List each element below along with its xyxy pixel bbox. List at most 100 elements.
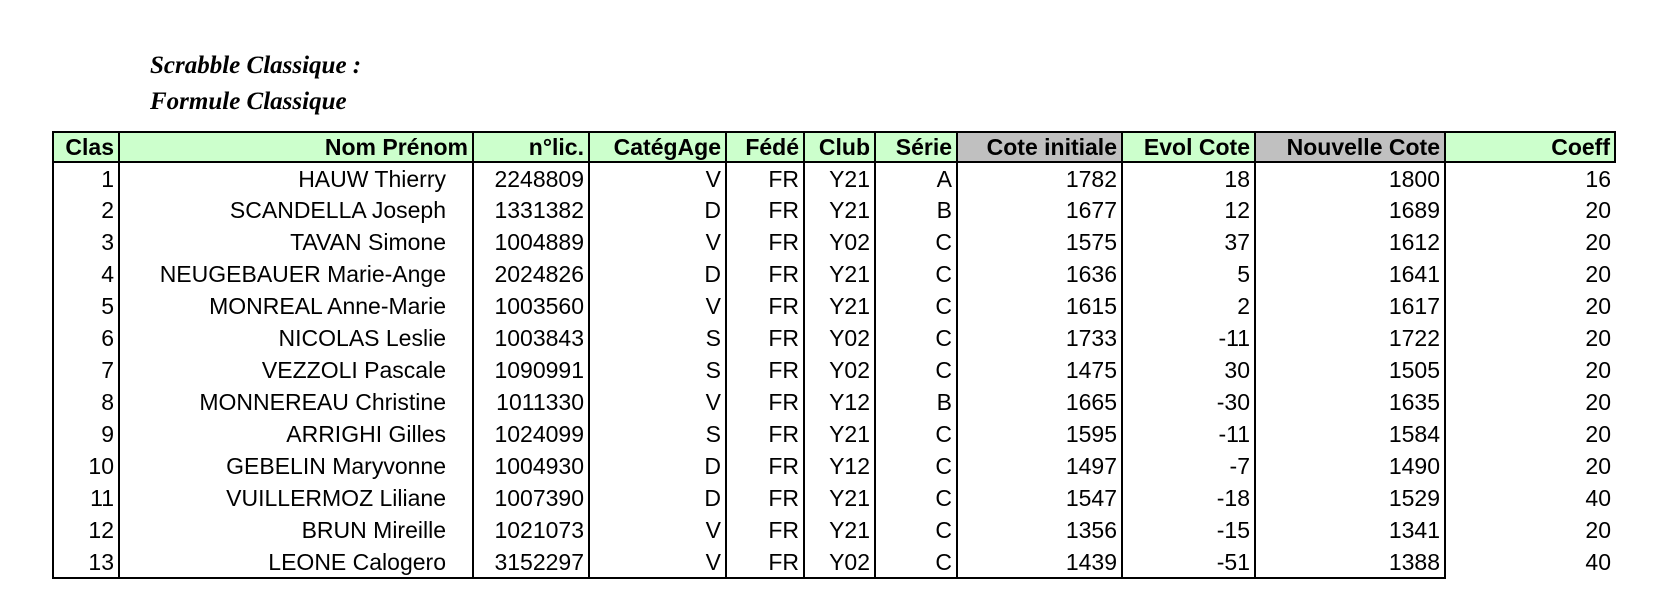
cell-club: Y02 [803,354,876,386]
cell-new-rating: 1689 [1254,194,1446,226]
cell-federation: FR [725,194,805,226]
cell-club: Y21 [803,290,876,322]
header-coeff: Coeff [1444,131,1616,163]
cell-rank: 1 [52,162,120,194]
table-row: 8 MONNEREAU Christine 1011330 V FR Y12 B 1665 -3… [52,386,1615,418]
table-row: 1 HAUW Thierry 2248809 V FR Y21 A 1782 18 1800 16 [52,162,1615,194]
table-row: 7 VEZZOLI Pascale 1090991 S FR Y02 C 1475 30 1505… [52,354,1615,386]
table-row: 11 VUILLERMOZ Liliane 1007390 D FR Y21 C 1547 -1… [52,482,1615,514]
cell-rating-change: -7 [1121,450,1256,482]
cell-name: ARRIGHI Gilles [118,418,474,450]
cell-federation: FR [725,226,805,258]
cell-rating-change: 5 [1121,258,1256,290]
cell-rank: 7 [52,354,120,386]
cell-age-category: V [588,226,727,258]
header-age-category: CatégAge [588,131,727,163]
cell-licence: 1090991 [472,354,590,386]
cell-licence: 1331382 [472,194,590,226]
cell-age-category: V [588,290,727,322]
cell-federation: FR [725,354,805,386]
cell-initial-rating: 1356 [956,514,1123,546]
header-rank: Clas [52,131,120,163]
cell-club: Y12 [803,450,876,482]
cell-coeff: 20 [1444,514,1615,546]
cell-series: B [874,194,958,226]
table-row: 6 NICOLAS Leslie 1003843 S FR Y02 C 1733 -11 1722… [52,322,1615,354]
title-line-1: Scrabble Classique : [150,52,362,79]
cell-name: NICOLAS Leslie [118,322,474,354]
title-block: Scrabble Classique : Formule Classique [150,48,361,120]
cell-new-rating: 1490 [1254,450,1446,482]
cell-club: Y02 [803,546,876,579]
cell-club: Y21 [803,482,876,514]
cell-licence: 1007390 [472,482,590,514]
cell-initial-rating: 1665 [956,386,1123,418]
cell-rating-change: -15 [1121,514,1256,546]
cell-name: GEBELIN Maryvonne [118,450,474,482]
cell-coeff: 20 [1444,258,1615,290]
cell-club: Y12 [803,386,876,418]
cell-new-rating: 1529 [1254,482,1446,514]
header-federation: Fédé [725,131,805,163]
cell-initial-rating: 1595 [956,418,1123,450]
table-row: 9 ARRIGHI Gilles 1024099 S FR Y21 C 1595 -11 1584… [52,418,1615,450]
cell-rank: 13 [52,546,120,579]
cell-initial-rating: 1547 [956,482,1123,514]
cell-coeff: 20 [1444,226,1615,258]
cell-licence: 3152297 [472,546,590,579]
results-table: Clas Nom Prénom n°lic. CatégAge Fédé Clu… [52,131,1616,579]
header-rating-change: Evol Cote [1121,131,1256,163]
table-row: 5 MONREAL Anne-Marie 1003560 V FR Y21 C 1615 2 16… [52,290,1615,322]
cell-new-rating: 1722 [1254,322,1446,354]
cell-federation: FR [725,290,805,322]
cell-club: Y21 [803,162,876,194]
cell-federation: FR [725,450,805,482]
cell-federation: FR [725,162,805,194]
cell-name: SCANDELLA Joseph [118,194,474,226]
cell-rank: 5 [52,290,120,322]
table-row: 4 NEUGEBAUER Marie-Ange 2024826 D FR Y21 C 1636… [52,258,1615,290]
cell-licence: 1004930 [472,450,590,482]
cell-rating-change: -11 [1121,418,1256,450]
cell-series: A [874,162,958,194]
cell-new-rating: 1800 [1254,162,1446,194]
table-body: 1 HAUW Thierry 2248809 V FR Y21 A 1782 18 1800 16 2… [52,162,1615,579]
cell-rank: 12 [52,514,120,546]
header-name: Nom Prénom [118,131,474,163]
cell-name: TAVAN Simone [118,226,474,258]
cell-club: Y21 [803,418,876,450]
title-line-2: Formule Classique [150,88,347,115]
header-row: Clas Nom Prénom n°lic. CatégAge Fédé Clu… [52,131,1616,163]
cell-new-rating: 1617 [1254,290,1446,322]
cell-rank: 8 [52,386,120,418]
cell-initial-rating: 1615 [956,290,1123,322]
cell-club: Y21 [803,194,876,226]
cell-initial-rating: 1677 [956,194,1123,226]
cell-age-category: D [588,482,727,514]
cell-new-rating: 1584 [1254,418,1446,450]
cell-age-category: V [588,546,727,579]
cell-coeff: 20 [1444,386,1615,418]
cell-series: B [874,386,958,418]
table-row: 10 GEBELIN Maryvonne 1004930 D FR Y12 C 1497 -7 1… [52,450,1615,482]
cell-rating-change: 18 [1121,162,1256,194]
cell-new-rating: 1612 [1254,226,1446,258]
cell-series: C [874,258,958,290]
cell-coeff: 40 [1444,482,1615,514]
cell-new-rating: 1635 [1254,386,1446,418]
cell-new-rating: 1388 [1254,546,1446,579]
cell-rating-change: 2 [1121,290,1256,322]
header-club: Club [803,131,876,163]
cell-series: C [874,450,958,482]
cell-federation: FR [725,322,805,354]
cell-club: Y21 [803,258,876,290]
cell-licence: 2248809 [472,162,590,194]
cell-licence: 1003560 [472,290,590,322]
cell-initial-rating: 1733 [956,322,1123,354]
cell-licence: 1021073 [472,514,590,546]
cell-rating-change: 30 [1121,354,1256,386]
table-row: 2 SCANDELLA Joseph 1331382 D FR Y21 B 1677 12 168… [52,194,1615,226]
cell-licence: 1024099 [472,418,590,450]
cell-rank: 3 [52,226,120,258]
cell-name: MONNEREAU Christine [118,386,474,418]
